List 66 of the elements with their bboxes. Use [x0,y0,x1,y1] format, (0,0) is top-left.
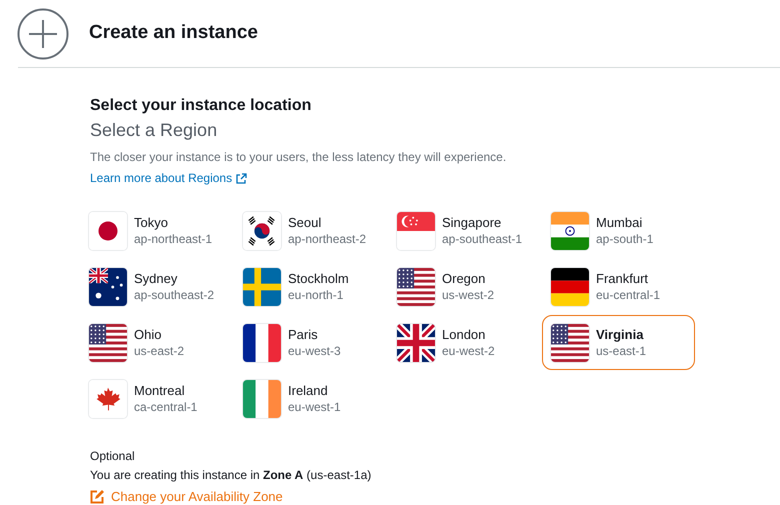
flag-icon [242,266,282,306]
region-name: Sydney [134,270,178,287]
region-name: Ohio [134,326,162,343]
region-name: Mumbai [596,214,644,231]
region-name: Virginia [596,326,644,343]
region-code: ap-northeast-1 [134,231,212,247]
region-option[interactable]: Sydney ap-southeast-2 [80,259,233,314]
flag-icon [550,266,590,306]
region-name: Tokyo [134,214,169,231]
flag-icon [396,322,436,362]
plus-circle-icon [17,8,69,60]
region-code: us-east-1 [596,343,646,359]
region-code: ap-southeast-2 [134,287,214,303]
region-code: ap-south-1 [596,231,654,247]
region-code: ap-northeast-2 [288,231,366,247]
section-heading: Select your instance location [90,96,312,116]
region-option[interactable]: Mumbai ap-south-1 [542,203,695,258]
region-option[interactable]: Oregon us-west-2 [388,259,541,314]
region-option[interactable]: Montreal ca-central-1 [80,371,233,426]
flag-icon [242,322,282,362]
flag-icon [88,378,128,418]
region-code: us-west-2 [442,287,494,303]
flag-icon [550,322,590,362]
edit-icon [90,490,104,504]
region-name: Seoul [288,214,322,231]
region-option[interactable]: Frankfurt eu-central-1 [542,259,695,314]
region-option[interactable]: Seoul ap-northeast-2 [234,203,387,258]
page-title: Create an instance [89,21,258,46]
external-link-icon [236,172,248,184]
region-code: eu-west-2 [442,343,495,359]
region-code: us-east-2 [134,343,184,359]
flag-icon [88,266,128,306]
region-option[interactable]: Ohio us-east-2 [80,315,233,370]
region-name: Paris [288,326,319,343]
region-name: Oregon [442,270,486,287]
region-code: ca-central-1 [134,399,198,415]
flag-icon [88,210,128,250]
flag-icon [550,210,590,250]
flag-icon [242,378,282,418]
region-name: Frankfurt [596,270,650,287]
region-name: Singapore [442,214,502,231]
flag-icon [88,322,128,362]
region-code: eu-west-1 [288,399,341,415]
region-option[interactable]: Ireland eu-west-1 [234,371,387,426]
region-name: Montreal [134,382,186,399]
section-description: The closer your instance is to your users, the less latency they will experience. [90,149,508,166]
region-option[interactable]: Tokyo ap-northeast-1 [80,203,233,258]
flag-icon [396,210,436,250]
region-option[interactable]: Virginia us-east-1 [542,315,695,370]
flag-icon [242,210,282,250]
region-code: ap-southeast-1 [442,231,522,247]
region-name: London [442,326,486,343]
region-option[interactable]: Paris eu-west-3 [234,315,387,370]
region-code: eu-central-1 [596,287,660,303]
region-code: eu-west-3 [288,343,341,359]
region-name: Ireland [288,382,329,399]
region-code: eu-north-1 [288,287,344,303]
section-subheading: Select a Region [90,119,218,142]
region-name: Stockholm [288,270,349,287]
regions-link[interactable]: Learn more about Regions [90,169,248,187]
region-option[interactable]: Singapore ap-southeast-1 [388,203,541,258]
region-option[interactable]: London eu-west-2 [388,315,541,370]
optional-label: Optional [90,448,136,465]
region-option[interactable]: Stockholm eu-north-1 [234,259,387,314]
flag-icon [396,266,436,306]
zone-sentence: You are creating this instance in Zone A (us-east-1a) [90,467,372,484]
